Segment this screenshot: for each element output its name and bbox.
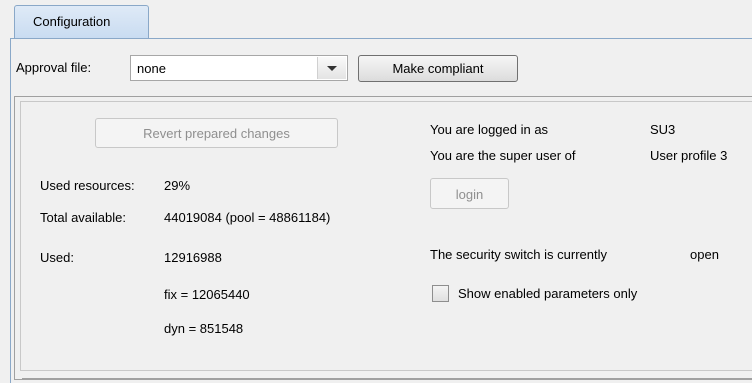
used-resources-value: 29% bbox=[164, 178, 191, 193]
tab-body-left-border bbox=[10, 38, 11, 383]
logged-in-label: You are logged in as bbox=[430, 122, 549, 137]
super-user-label: You are the super user of bbox=[430, 148, 576, 163]
tab-body-border bbox=[10, 38, 752, 39]
fix-value: fix = 12065440 bbox=[164, 287, 250, 302]
used-label: Used: bbox=[40, 250, 74, 265]
dropdown-arrow-button[interactable] bbox=[317, 57, 346, 79]
total-available-value: 44019084 (pool = 48861184) bbox=[164, 210, 331, 225]
approval-file-label: Approval file: bbox=[16, 60, 92, 75]
tab-configuration-label: Configuration bbox=[33, 14, 111, 29]
show-enabled-checkbox[interactable] bbox=[432, 285, 449, 302]
super-user-value: User profile 3 bbox=[650, 148, 728, 163]
dyn-value: dyn = 851548 bbox=[164, 321, 244, 336]
used-resources-label: Used resources: bbox=[40, 178, 135, 193]
make-compliant-button[interactable]: Make compliant bbox=[358, 55, 518, 82]
logged-in-user: SU3 bbox=[650, 122, 676, 137]
approval-toolbar: Approval file: none Make compliant bbox=[0, 52, 752, 82]
show-enabled-label[interactable]: Show enabled parameters only bbox=[458, 286, 637, 301]
approval-file-dropdown[interactable]: none bbox=[130, 55, 348, 81]
used-value: 12916988 bbox=[164, 250, 222, 265]
chevron-down-icon bbox=[327, 66, 337, 71]
tab-configuration[interactable]: Configuration bbox=[14, 5, 149, 38]
approval-file-value: none bbox=[137, 61, 166, 76]
security-switch-value: open bbox=[690, 247, 719, 262]
tab-strip: Configuration bbox=[0, 0, 752, 38]
panel-bottom-border bbox=[22, 378, 752, 383]
configuration-window: Configuration Approval file: none Make c… bbox=[0, 0, 752, 383]
total-available-label: Total available: bbox=[40, 210, 126, 225]
security-switch-label: The security switch is currently bbox=[430, 247, 607, 262]
login-button[interactable]: login bbox=[430, 178, 509, 209]
revert-prepared-changes-button[interactable]: Revert prepared changes bbox=[95, 118, 338, 148]
